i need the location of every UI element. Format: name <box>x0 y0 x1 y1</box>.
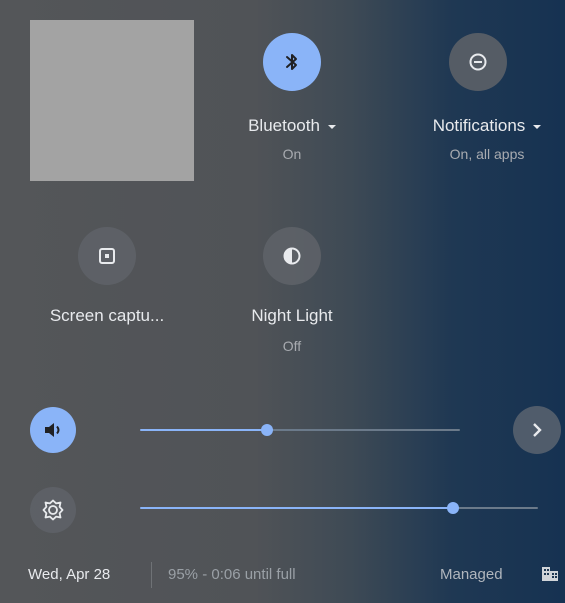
enterprise-icon[interactable] <box>541 565 559 583</box>
notifications-toggle[interactable] <box>449 33 507 91</box>
brightness-slider-thumb[interactable] <box>447 502 459 514</box>
bluetooth-toggle[interactable] <box>263 33 321 91</box>
volume-track-empty <box>267 429 460 431</box>
brightness-slider[interactable] <box>140 496 538 520</box>
bluetooth-status: On <box>282 146 302 162</box>
notifications-status: On, all apps <box>449 146 525 162</box>
user-avatar[interactable] <box>30 20 194 181</box>
screen-capture-label[interactable]: Screen captu... <box>30 306 184 326</box>
volume-slider[interactable] <box>140 418 460 442</box>
screen-capture-button[interactable] <box>78 227 136 285</box>
volume-slider-thumb[interactable] <box>261 424 273 436</box>
screen-capture-icon <box>99 248 115 264</box>
volume-track-filled <box>140 429 267 431</box>
battery-status[interactable]: 95% - 0:06 until full <box>168 566 296 583</box>
volume-mute-button[interactable] <box>30 407 76 453</box>
brightness-button[interactable] <box>30 487 76 533</box>
footer-divider <box>151 562 152 588</box>
night-light-status: Off <box>282 338 302 354</box>
brightness-track-filled <box>140 507 453 509</box>
night-light-icon <box>283 247 301 265</box>
managed-label[interactable]: Managed <box>440 566 503 583</box>
bluetooth-label[interactable]: Bluetooth <box>230 116 354 136</box>
night-light-toggle[interactable] <box>263 227 321 285</box>
brightness-track-empty <box>453 507 538 509</box>
notifications-label[interactable]: Notifications <box>412 116 562 136</box>
brightness-icon <box>42 499 64 521</box>
chevron-right-icon <box>533 423 542 437</box>
date-label[interactable]: Wed, Apr 28 <box>28 566 110 583</box>
audio-settings-button[interactable] <box>513 406 561 454</box>
caret-down-icon <box>327 124 336 129</box>
caret-down-icon <box>533 124 542 129</box>
night-light-label[interactable]: Night Light <box>230 306 354 326</box>
do-not-disturb-icon <box>469 53 487 71</box>
volume-icon <box>45 423 60 437</box>
bluetooth-icon <box>286 54 297 70</box>
